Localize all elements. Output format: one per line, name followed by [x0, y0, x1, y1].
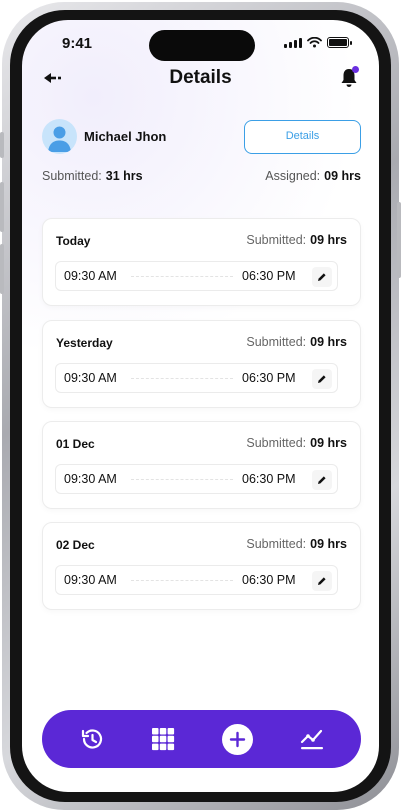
time-range-row[interactable]: 09:30 AM 06:30 PM: [55, 261, 338, 291]
pencil-icon: [318, 375, 326, 383]
pencil-icon: [318, 577, 326, 585]
day-submitted: Submitted: 09 hrs: [246, 233, 347, 247]
history-icon[interactable]: [79, 726, 105, 752]
page-title: Details: [169, 67, 232, 88]
day-submitted-value: 09 hrs: [310, 537, 347, 551]
pencil-icon: [318, 476, 326, 484]
day-submitted-value: 09 hrs: [310, 233, 347, 247]
time-range-row[interactable]: 09:30 AM 06:30 PM: [55, 565, 338, 595]
day-label: 01 Dec: [56, 437, 95, 451]
day-submitted-label: Submitted:: [246, 335, 307, 349]
dynamic-island: [149, 30, 255, 61]
time-range-row[interactable]: 09:30 AM 06:30 PM: [55, 464, 338, 494]
start-time: 09:30 AM: [64, 573, 117, 587]
day-submitted: Submitted: 09 hrs: [246, 335, 347, 349]
time-divider: [131, 378, 233, 379]
start-time: 09:30 AM: [64, 269, 117, 283]
details-button[interactable]: Details: [244, 120, 361, 154]
user-name: Michael Jhon: [84, 129, 167, 144]
pencil-icon: [318, 273, 326, 281]
edit-button[interactable]: [312, 369, 332, 389]
status-icons: [284, 37, 352, 48]
volume-down-button: [0, 244, 4, 294]
submitted-label: Submitted:: [42, 169, 102, 183]
grid-icon[interactable]: [150, 726, 176, 752]
day-card: 02 Dec Submitted: 09 hrs 09:30 AM 06:30 P…: [42, 522, 361, 610]
time-divider: [131, 580, 233, 581]
power-button: [397, 202, 401, 278]
status-time: 9:41: [62, 35, 93, 52]
edit-button[interactable]: [312, 267, 332, 287]
end-time: 06:30 PM: [242, 371, 296, 385]
day-label: Today: [56, 234, 91, 248]
signal-icon: [284, 37, 302, 48]
edit-button[interactable]: [312, 470, 332, 490]
day-submitted-value: 09 hrs: [310, 335, 347, 349]
day-submitted: Submitted: 09 hrs: [246, 537, 347, 551]
mute-switch: [0, 132, 4, 158]
day-label: 02 Dec: [56, 538, 95, 552]
time-range-row[interactable]: 09:30 AM 06:30 PM: [55, 363, 338, 393]
assigned-summary: Assigned: 09 hrs: [265, 169, 361, 183]
time-divider: [131, 479, 233, 480]
end-time: 06:30 PM: [242, 573, 296, 587]
user-avatar-icon: [48, 126, 71, 152]
volume-up-button: [0, 182, 4, 232]
end-time: 06:30 PM: [242, 472, 296, 486]
day-submitted-label: Submitted:: [246, 436, 307, 450]
submitted-summary: Submitted: 31 hrs: [42, 169, 143, 183]
day-submitted: Submitted: 09 hrs: [246, 436, 347, 450]
assigned-value: 09 hrs: [324, 169, 361, 183]
edit-button[interactable]: [312, 571, 332, 591]
wifi-icon: [307, 37, 322, 48]
add-button[interactable]: [222, 724, 253, 755]
bottom-nav: [42, 710, 361, 768]
day-card: Yesterday Submitted: 09 hrs 09:30 AM 06:3…: [42, 320, 361, 408]
add-icon: [229, 731, 246, 748]
assigned-label: Assigned:: [265, 169, 321, 183]
app-screen: 9:41 Details Michael Jhon Details Submit…: [22, 20, 379, 792]
day-label: Yesterday: [56, 336, 113, 350]
analytics-icon[interactable]: [299, 726, 325, 752]
start-time: 09:30 AM: [64, 371, 117, 385]
notification-button[interactable]: [337, 66, 361, 90]
submitted-value: 31 hrs: [105, 169, 143, 183]
notification-dot: [352, 66, 359, 73]
end-time: 06:30 PM: [242, 269, 296, 283]
day-card: 01 Dec Submitted: 09 hrs 09:30 AM 06:30 P…: [42, 421, 361, 509]
avatar[interactable]: [42, 119, 77, 154]
day-submitted-label: Submitted:: [246, 233, 307, 247]
day-submitted-value: 09 hrs: [310, 436, 347, 450]
battery-icon: [327, 37, 352, 48]
start-time: 09:30 AM: [64, 472, 117, 486]
day-card: Today Submitted: 09 hrs 09:30 AM 06:30 PM: [42, 218, 361, 306]
time-divider: [131, 276, 233, 277]
day-submitted-label: Submitted:: [246, 537, 307, 551]
